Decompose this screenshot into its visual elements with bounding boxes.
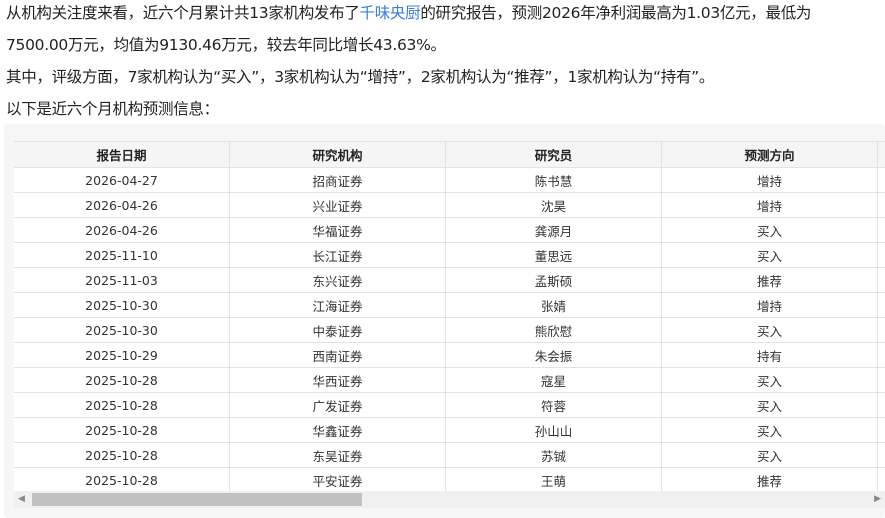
column-header: 研究员 [445, 141, 662, 168]
table-row: 2025-10-28 华鑫证券 孙山山 买入 [14, 417, 885, 443]
table-cell: 买入 [661, 317, 878, 343]
scrollbar-thumb[interactable] [32, 493, 362, 506]
table-cell: 张婧 [445, 292, 662, 318]
table-cell-hidden [877, 317, 885, 343]
table-cell: 2025-10-30 [14, 317, 230, 343]
summary-text: 的研究报告，预测2026年净利润最高为1.03亿元，最低为 [420, 4, 812, 22]
table-cell: 2025-10-28 [14, 417, 230, 443]
table-cell: 增持 [661, 192, 878, 218]
table-cell-hidden [877, 467, 885, 491]
table-cell-hidden [877, 192, 885, 218]
summary-text: 从机构关注度来看，近六个月累计共13家机构发布了 [6, 4, 360, 22]
table-cell: 华鑫证券 [229, 417, 446, 443]
table-row: 2025-10-29 西南证券 朱会振 持有 [14, 342, 885, 368]
table-cell: 东兴证券 [229, 267, 446, 293]
table-cell: 孙山山 [445, 417, 662, 443]
company-link[interactable]: 千味央厨 [360, 4, 421, 22]
table-cell: 平安证券 [229, 467, 446, 491]
table-cell: 沈昊 [445, 192, 662, 218]
table-cell-hidden [877, 367, 885, 393]
table-cell: 推荐 [661, 467, 878, 491]
table-cell: 2026-04-26 [14, 192, 230, 218]
table-cell: 2025-10-28 [14, 392, 230, 418]
table-cell: 推荐 [661, 267, 878, 293]
scroll-right-icon[interactable]: ▶ [874, 494, 881, 504]
table-row: 2025-10-28 华西证券 寇星 买入 [14, 367, 885, 393]
table-cell: 增持 [661, 167, 878, 193]
table-cell: 买入 [661, 367, 878, 393]
table-intro: 以下是近六个月机构预测信息： [6, 100, 219, 118]
summary-line-2: 7500.00万元，均值为9130.46万元，较去年同比增长43.63%。 [6, 36, 446, 54]
table-cell: 2025-10-29 [14, 342, 230, 368]
table-cell: 买入 [661, 442, 878, 468]
table-header-row: 报告日期 研究机构 研究员 预测方向 [14, 141, 885, 168]
table-cell: 2025-11-03 [14, 267, 230, 293]
table-cell: 增持 [661, 292, 878, 318]
table-cell: 东吴证券 [229, 442, 446, 468]
table-cell-hidden [877, 167, 885, 193]
table-cell-hidden [877, 267, 885, 293]
table-cell: 符蓉 [445, 392, 662, 418]
scroll-left-icon[interactable]: ◀ [18, 494, 25, 504]
table-cell-hidden [877, 442, 885, 468]
table-cell: 2025-11-10 [14, 242, 230, 268]
column-header: 研究机构 [229, 141, 446, 168]
table-cell: 陈书慧 [445, 167, 662, 193]
table-cell: 买入 [661, 242, 878, 268]
table-cell: 兴业证券 [229, 192, 446, 218]
table-cell: 2026-04-27 [14, 167, 230, 193]
table-row: 2025-11-10 长江证券 董思远 买入 [14, 242, 885, 268]
table-cell-hidden [877, 392, 885, 418]
forecast-table-container: 报告日期 研究机构 研究员 预测方向 2026-04-27 招商证券 陈书慧 增持 2026-… [4, 124, 885, 518]
column-header-hidden [877, 141, 885, 168]
table-cell: 孟斯硕 [445, 267, 662, 293]
table-row: 2025-11-03 东兴证券 孟斯硕 推荐 [14, 267, 885, 293]
table-cell-hidden [877, 217, 885, 243]
column-header: 报告日期 [14, 141, 230, 168]
rating-summary: 其中，评级方面，7家机构认为“买入”，3家机构认为“增持”，2家机构认为“推荐”… [6, 68, 715, 86]
table-cell-hidden [877, 417, 885, 443]
table-cell: 熊欣慰 [445, 317, 662, 343]
table-cell: 2025-10-28 [14, 442, 230, 468]
table-cell: 西南证券 [229, 342, 446, 368]
table-cell-hidden [877, 242, 885, 268]
summary-line-1: 从机构关注度来看，近六个月累计共13家机构发布了千味央厨的研究报告，预测2026… [6, 3, 811, 23]
forecast-table: 报告日期 研究机构 研究员 预测方向 2026-04-27 招商证券 陈书慧 增持 2026-… [14, 141, 885, 491]
table-row: 2025-10-30 江海证券 张婧 增持 [14, 292, 885, 318]
table-cell: 买入 [661, 417, 878, 443]
table-row: 2025-10-28 广发证券 符蓉 买入 [14, 392, 885, 418]
table-viewport: 报告日期 研究机构 研究员 预测方向 2026-04-27 招商证券 陈书慧 增持 2026-… [14, 141, 885, 491]
table-cell: 苏铖 [445, 442, 662, 468]
table-cell-hidden [877, 292, 885, 318]
table-row: 2026-04-27 招商证券 陈书慧 增持 [14, 167, 885, 193]
table-cell: 长江证券 [229, 242, 446, 268]
table-cell: 招商证券 [229, 167, 446, 193]
table-cell: 2025-10-28 [14, 467, 230, 491]
table-cell: 中泰证券 [229, 317, 446, 343]
column-header: 预测方向 [661, 141, 878, 168]
table-cell: 2025-10-28 [14, 367, 230, 393]
table-cell: 买入 [661, 217, 878, 243]
table-row: 2026-04-26 兴业证券 沈昊 增持 [14, 192, 885, 218]
table-cell: 朱会振 [445, 342, 662, 368]
table-cell: 持有 [661, 342, 878, 368]
table-cell: 华福证券 [229, 217, 446, 243]
table-cell: 寇星 [445, 367, 662, 393]
table-cell: 董思远 [445, 242, 662, 268]
table-cell: 买入 [661, 392, 878, 418]
table-cell: 华西证券 [229, 367, 446, 393]
table-cell: 广发证券 [229, 392, 446, 418]
table-row: 2025-10-30 中泰证券 熊欣慰 买入 [14, 317, 885, 343]
table-cell: 龚源月 [445, 217, 662, 243]
table-row: 2025-10-28 平安证券 王萌 推荐 [14, 467, 885, 491]
horizontal-scrollbar[interactable]: ◀ ▶ [14, 491, 885, 508]
table-row: 2026-04-26 华福证券 龚源月 买入 [14, 217, 885, 243]
table-row: 2025-10-28 东吴证券 苏铖 买入 [14, 442, 885, 468]
table-cell: 2025-10-30 [14, 292, 230, 318]
table-cell: 王萌 [445, 467, 662, 491]
table-cell-hidden [877, 342, 885, 368]
table-cell: 江海证券 [229, 292, 446, 318]
table-cell: 2026-04-26 [14, 217, 230, 243]
